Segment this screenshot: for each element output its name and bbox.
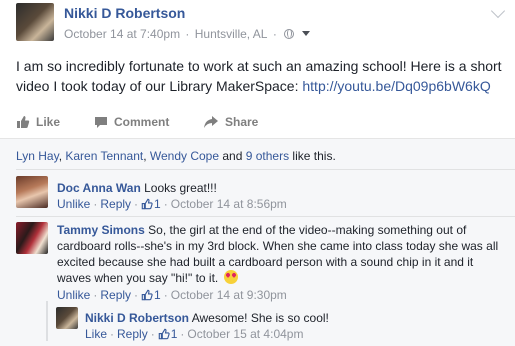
post-location[interactable]: Huntsville, AL [195, 27, 268, 41]
thumbs-up-icon [141, 198, 153, 210]
like-link[interactable]: Like [85, 327, 107, 341]
post-author-name[interactable]: Nikki D Robertson [64, 5, 185, 21]
comment-timestamp[interactable]: October 14 at 8:56pm [171, 197, 287, 211]
comment-like-number: 1 [154, 288, 161, 302]
likers-summary: Lyn Hay, Karen Tennant, Wendy Cope and 9… [16, 149, 336, 163]
commenter-avatar[interactable] [16, 176, 48, 208]
dot-separator: · [93, 288, 98, 302]
divider [16, 169, 515, 170]
commenter-avatar[interactable] [56, 307, 78, 329]
comment-timestamp[interactable]: October 15 at 4:04pm [187, 327, 303, 341]
globe-icon [284, 28, 295, 39]
reply-link[interactable]: Reply [100, 288, 131, 302]
comment-body: Nikki D Robertson Awesome! She is so coo… [85, 310, 505, 326]
commenter-name[interactable]: Nikki D Robertson [85, 311, 189, 325]
comment-button[interactable]: Comment [94, 115, 169, 129]
comment-text: Looks great!!! [140, 181, 217, 195]
comment-text: Awesome! She is so cool! [189, 311, 329, 325]
likers-and: and [219, 149, 246, 163]
comment-like-count[interactable]: 1 [141, 288, 161, 302]
thumbs-up-icon [17, 116, 30, 128]
post-action-bar: Like Comment Share [0, 108, 515, 138]
likers-suffix: like this. [289, 149, 336, 163]
chevron-down-icon[interactable] [301, 31, 310, 37]
liker-name[interactable]: Karen Tennant [65, 149, 143, 163]
comment-actions: Like · Reply · 1 · October 15 at 4:04pm [85, 327, 303, 341]
post-meta: October 14 at 7:40pm · Huntsville, AL · [64, 26, 310, 41]
comment-body: Tammy Simons So, the girl at the end of … [57, 222, 503, 286]
reply-link[interactable]: Reply [100, 197, 131, 211]
liker-name[interactable]: Lyn Hay [16, 149, 59, 163]
dot-separator: · [150, 327, 155, 341]
comment-timestamp[interactable]: October 14 at 9:30pm [171, 288, 287, 302]
post-link[interactable]: http://youtu.be/Dq09p6bW6kQ [302, 78, 490, 94]
liker-name[interactable]: Wendy Cope [150, 149, 219, 163]
post-text: I am so incredibly fortunate to work at … [16, 56, 506, 96]
commenter-name[interactable]: Tammy Simons [57, 223, 145, 237]
like-button-label: Like [36, 115, 61, 129]
thumbs-up-icon [158, 328, 170, 340]
comment-button-label: Comment [114, 115, 170, 129]
comment-like-count[interactable]: 1 [141, 197, 161, 211]
meta-separator: · [185, 26, 190, 41]
author-avatar[interactable] [16, 3, 54, 41]
share-button[interactable]: Share [203, 115, 258, 129]
share-button-label: Share [225, 115, 259, 129]
divider [16, 216, 515, 217]
comment-actions: Unlike · Reply · 1 · October 14 at 9:30p… [57, 288, 287, 302]
reply-thread-line [46, 301, 48, 341]
thumbs-up-icon [141, 289, 153, 301]
unlike-link[interactable]: Unlike [57, 288, 90, 302]
commenter-avatar[interactable] [16, 222, 48, 254]
post-options-chevron-icon[interactable] [490, 3, 506, 19]
dot-separator: · [134, 288, 139, 302]
dot-separator: · [163, 197, 168, 211]
meta-separator: · [272, 26, 277, 41]
heart-eyes-emoji-icon [223, 270, 238, 284]
dot-separator: · [93, 197, 98, 211]
comment-actions: Unlike · Reply · 1 · October 14 at 8:56p… [57, 197, 287, 211]
comment-like-number: 1 [154, 197, 161, 211]
liker-separator: , [143, 149, 150, 163]
post-timestamp[interactable]: October 14 at 7:40pm [64, 27, 180, 41]
reply-link[interactable]: Reply [117, 327, 148, 341]
dot-separator: · [163, 288, 168, 302]
comment-like-count[interactable]: 1 [158, 327, 178, 341]
share-arrow-icon [204, 116, 218, 128]
comment-body: Doc Anna Wan Looks great!!! [57, 180, 507, 196]
dot-separator: · [180, 327, 185, 341]
like-button[interactable]: Like [16, 115, 60, 129]
dot-separator: · [134, 197, 139, 211]
commenter-name[interactable]: Doc Anna Wan [57, 181, 141, 195]
dot-separator: · [110, 327, 115, 341]
comment-like-number: 1 [170, 327, 178, 341]
post-header: Nikki D Robertson October 14 at 7:40pm ·… [0, 0, 515, 50]
comment-bubble-icon [95, 117, 107, 128]
unlike-link[interactable]: Unlike [57, 197, 90, 211]
likers-others-link[interactable]: 9 others [246, 149, 289, 163]
